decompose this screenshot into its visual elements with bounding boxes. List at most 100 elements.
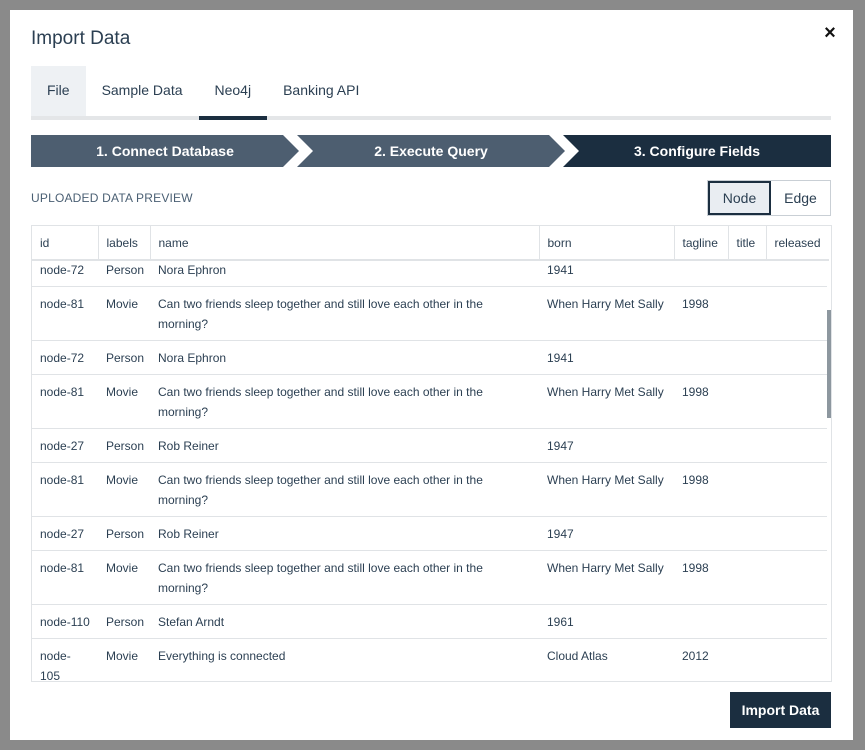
table-row: node-110 Person Stefan Arndt 1961 — [32, 604, 829, 639]
table-cell-labels: Person — [98, 428, 150, 463]
step-connect-database[interactable]: 1. Connect Database — [31, 135, 299, 167]
table-cell-title — [728, 516, 766, 551]
table-cell-title — [728, 286, 766, 341]
table-row: node-81 Movie Can two friends sleep togeth… — [32, 550, 829, 605]
table-header: id labels name born tagline title released — [32, 226, 829, 261]
table-cell-id: node-81 — [32, 462, 98, 517]
table-cell-tagline: 1998 — [674, 462, 728, 517]
table-row: node-72 Person Nora Ephron 1941 — [32, 262, 829, 287]
table-cell-id: node-27 — [32, 516, 98, 551]
table-cell-labels: Movie — [98, 374, 150, 429]
table-row: node-81 Movie Can two friends sleep togeth… — [32, 286, 829, 341]
table-cell-born: 1961 — [539, 604, 674, 639]
table-cell-tagline: 1998 — [674, 550, 728, 605]
table-cell-born: When Harry Met Sally — [539, 550, 674, 605]
table-cell-name: Rob Reiner — [150, 516, 539, 551]
toggle-node-button[interactable]: Node — [708, 181, 771, 215]
table-cell-labels: Person — [98, 604, 150, 639]
table-cell-released — [766, 286, 829, 341]
header-row: id labels name born tagline title released — [32, 226, 829, 261]
table-cell-title — [728, 462, 766, 517]
preview-heading: UPLOADED DATA PREVIEW — [31, 191, 193, 205]
table-cell-id: node-27 — [32, 428, 98, 463]
scrollbar-thumb[interactable] — [827, 310, 831, 418]
table-row: node-81 Movie Can two friends sleep togeth… — [32, 374, 829, 429]
table-cell-name: Can two friends sleep together and still… — [150, 286, 539, 341]
table-cell-tagline — [674, 262, 728, 287]
table-body-scroll[interactable]: node-72 Person Nora Ephron 1941 node-81 Movie… — [32, 262, 829, 681]
table-cell-released — [766, 374, 829, 429]
step-configure-fields[interactable]: 3. Configure Fields — [563, 135, 831, 167]
table-cell-id: node-105 — [32, 638, 98, 681]
table-row: node-27 Person Rob Reiner 1947 — [32, 428, 829, 463]
table-cell-released — [766, 550, 829, 605]
table-cell-title — [728, 262, 766, 287]
table-cell-released — [766, 604, 829, 639]
table-cell-id: node-110 — [32, 604, 98, 639]
table-cell-tagline: 1998 — [674, 374, 728, 429]
table-cell-labels: Person — [98, 340, 150, 375]
table-cell-born: 1941 — [539, 340, 674, 375]
column-header-title[interactable]: title — [728, 226, 767, 261]
modal-title: Import Data — [31, 28, 131, 49]
table-cell-released — [766, 638, 829, 681]
table-row: node-27 Person Rob Reiner 1947 — [32, 516, 829, 551]
table-cell-name: Nora Ephron — [150, 340, 539, 375]
table-cell-released — [766, 462, 829, 517]
table-cell-labels: Movie — [98, 462, 150, 517]
table-cell-released — [766, 516, 829, 551]
table-cell-name: Nora Ephron — [150, 262, 539, 287]
close-icon[interactable]: × — [821, 23, 839, 43]
table-cell-tagline — [674, 516, 728, 551]
table-cell-born: When Harry Met Sally — [539, 374, 674, 429]
column-header-id[interactable]: id — [32, 226, 99, 261]
table-cell-title — [728, 340, 766, 375]
table-cell-born: When Harry Met Sally — [539, 462, 674, 517]
table-cell-labels: Movie — [98, 286, 150, 341]
table-cell-name: Can two friends sleep together and still… — [150, 462, 539, 517]
table-cell-born: 1941 — [539, 262, 674, 287]
step-execute-query[interactable]: 2. Execute Query — [297, 135, 565, 167]
table-cell-name: Can two friends sleep together and still… — [150, 550, 539, 605]
toggle-edge-button[interactable]: Edge — [771, 181, 830, 215]
column-header-tagline[interactable]: tagline — [674, 226, 729, 261]
table-cell-name: Everything is connected — [150, 638, 539, 681]
table-cell-title — [728, 638, 766, 681]
table-cell-labels: Movie — [98, 550, 150, 605]
table-cell-id: node-81 — [32, 374, 98, 429]
import-data-modal: Import Data × File Sample Data Neo4j Ban… — [10, 10, 853, 740]
tab-file[interactable]: File — [31, 66, 86, 116]
node-edge-toggle: Node Edge — [707, 180, 831, 216]
table-cell-released — [766, 340, 829, 375]
table-body: node-72 Person Nora Ephron 1941 node-81 Movie… — [32, 262, 829, 681]
table-cell-title — [728, 604, 766, 639]
table-cell-tagline — [674, 428, 728, 463]
step-label: 3. Configure Fields — [633, 143, 760, 159]
source-tabs: File Sample Data Neo4j Banking API — [31, 66, 831, 120]
table-cell-labels: Person — [98, 516, 150, 551]
table-cell-born: When Harry Met Sally — [539, 286, 674, 341]
table-cell-tagline — [674, 340, 728, 375]
step-label: 1. Connect Database — [96, 143, 234, 159]
table-cell-title — [728, 428, 766, 463]
import-data-button[interactable]: Import Data — [730, 692, 831, 728]
table-cell-name: Can two friends sleep together and still… — [150, 374, 539, 429]
tab-sample-data[interactable]: Sample Data — [86, 66, 199, 116]
column-header-born[interactable]: born — [539, 226, 675, 261]
table-cell-name: Rob Reiner — [150, 428, 539, 463]
data-preview-table: id labels name born tagline title released nod… — [31, 225, 832, 682]
column-header-name[interactable]: name — [150, 226, 540, 261]
table-cell-id: node-72 — [32, 340, 98, 375]
table-cell-title — [728, 374, 766, 429]
column-header-labels[interactable]: labels — [98, 226, 151, 261]
table-row: node-81 Movie Can two friends sleep togeth… — [32, 462, 829, 517]
tab-banking-api[interactable]: Banking API — [267, 66, 375, 116]
tab-neo4j[interactable]: Neo4j — [198, 66, 268, 120]
table-cell-id: node-81 — [32, 286, 98, 341]
column-header-released[interactable]: released — [766, 226, 829, 261]
table-cell-born: Cloud Atlas — [539, 638, 674, 681]
table-cell-tagline: 1998 — [674, 286, 728, 341]
table-cell-labels: Movie — [98, 638, 150, 681]
table-cell-title — [728, 550, 766, 605]
table-cell-id: node-81 — [32, 550, 98, 605]
